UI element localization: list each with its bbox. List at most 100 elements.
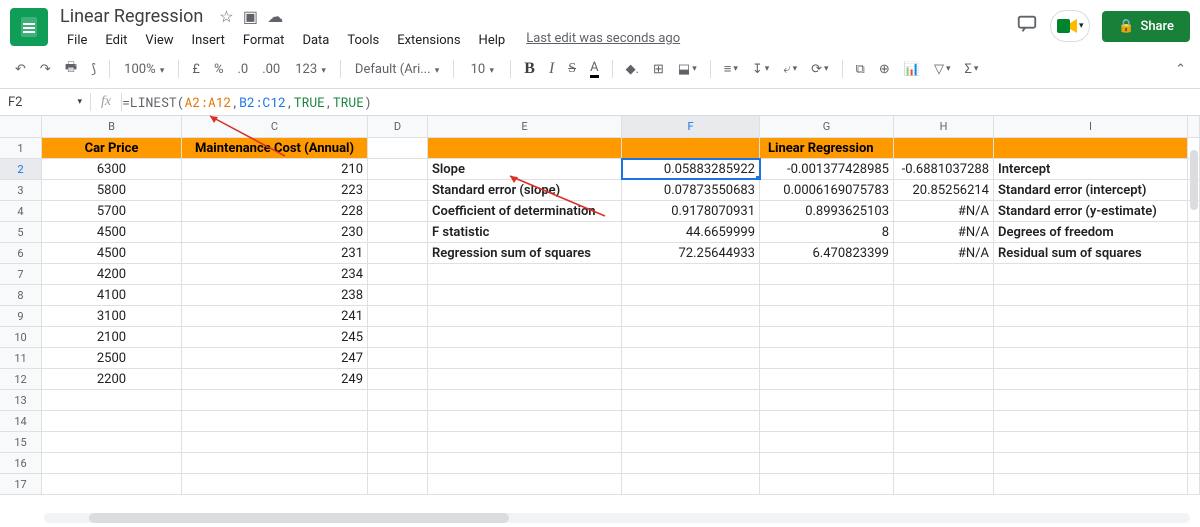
cell[interactable] (622, 327, 760, 347)
column-header-rest[interactable] (1188, 116, 1200, 137)
cell[interactable] (760, 264, 894, 284)
cell[interactable] (994, 264, 1188, 284)
cell[interactable]: 20.85256214 (894, 180, 994, 200)
spreadsheet-grid[interactable]: B C D E F G H I 1 Car Price Maintenance … (0, 116, 1200, 495)
header-maintenance[interactable]: Maintenance Cost (Annual) (182, 138, 368, 158)
cell[interactable]: 247 (182, 348, 368, 368)
increase-decimal-button[interactable]: .00 (257, 58, 285, 81)
font-size-dropdown[interactable]: 10 (462, 59, 502, 80)
menu-help[interactable]: Help (472, 31, 513, 50)
cell[interactable] (368, 327, 428, 347)
cell[interactable] (368, 474, 428, 494)
cell[interactable] (760, 411, 894, 431)
cell[interactable] (42, 390, 182, 410)
row-header[interactable]: 14 (0, 411, 42, 431)
print-button[interactable]: 🖶 (60, 54, 82, 84)
toolbar-collapse-button[interactable]: ⌃ (1171, 58, 1190, 81)
header-linear-regression[interactable]: Linear Regression (760, 138, 894, 158)
cell[interactable]: Slope (428, 159, 622, 179)
cell[interactable] (428, 411, 622, 431)
cell[interactable] (760, 474, 894, 494)
cell[interactable] (622, 348, 760, 368)
cell[interactable] (368, 306, 428, 326)
row-header[interactable]: 11 (0, 348, 42, 368)
cell[interactable]: 4100 (42, 285, 182, 305)
cell[interactable]: -0.001377428985 (760, 159, 894, 179)
cell[interactable] (622, 306, 760, 326)
comments-icon[interactable] (1016, 13, 1038, 40)
menu-extensions[interactable]: Extensions (390, 31, 467, 50)
cell[interactable]: 0.07873550683 (622, 180, 760, 200)
redo-button[interactable]: ↷ (35, 58, 56, 81)
cell[interactable] (182, 411, 368, 431)
row-header[interactable]: 10 (0, 327, 42, 347)
cell[interactable]: #N/A (894, 222, 994, 242)
cell[interactable] (894, 306, 994, 326)
cell[interactable] (368, 138, 428, 158)
cell[interactable] (760, 369, 894, 389)
formula-bar[interactable]: =LINEST(A2:A12,B2:C12,TRUE,TRUE) (122, 89, 372, 115)
insert-chart-button[interactable]: 📊 (899, 58, 925, 81)
cell[interactable] (994, 369, 1188, 389)
cell[interactable] (994, 285, 1188, 305)
cell[interactable]: 228 (182, 201, 368, 221)
cell[interactable]: Residual sum of squares (994, 243, 1188, 263)
cell[interactable] (368, 201, 428, 221)
bold-button[interactable]: B (519, 56, 540, 82)
cell[interactable] (994, 348, 1188, 368)
cell[interactable] (760, 453, 894, 473)
row-header[interactable]: 1 (0, 138, 42, 158)
cell[interactable]: 238 (182, 285, 368, 305)
cell[interactable]: #N/A (894, 243, 994, 263)
cell[interactable] (994, 327, 1188, 347)
select-all-corner[interactable] (0, 116, 42, 137)
cell[interactable]: 6300 (42, 159, 182, 179)
cell[interactable] (994, 306, 1188, 326)
cell[interactable] (994, 432, 1188, 452)
cell[interactable] (894, 285, 994, 305)
cell[interactable] (894, 327, 994, 347)
row-header[interactable]: 2 (0, 159, 42, 179)
italic-button[interactable]: I (544, 56, 559, 82)
column-header-D[interactable]: D (368, 116, 428, 137)
currency-button[interactable]: £ (187, 58, 205, 81)
functions-button[interactable]: Σ▾ (959, 58, 983, 81)
cell[interactable] (182, 390, 368, 410)
zoom-dropdown[interactable]: 100% (118, 59, 170, 80)
cell[interactable]: Standard error (y-estimate) (994, 201, 1188, 221)
cell[interactable] (368, 243, 428, 263)
cell[interactable] (368, 453, 428, 473)
cell[interactable]: 249 (182, 369, 368, 389)
text-rotation-button[interactable]: ⟳▾ (806, 58, 833, 81)
horizontal-scrollbar[interactable] (44, 513, 1190, 523)
cell[interactable]: 8 (760, 222, 894, 242)
cell[interactable] (368, 285, 428, 305)
row-header[interactable]: 16 (0, 453, 42, 473)
row-header[interactable]: 6 (0, 243, 42, 263)
cell[interactable] (894, 369, 994, 389)
cell[interactable]: 245 (182, 327, 368, 347)
cell[interactable] (368, 369, 428, 389)
cell[interactable] (894, 390, 994, 410)
cell[interactable] (622, 264, 760, 284)
cell[interactable] (428, 432, 622, 452)
cell[interactable]: 0.9178070931 (622, 201, 760, 221)
cell[interactable]: 3100 (42, 306, 182, 326)
cell[interactable]: 4200 (42, 264, 182, 284)
column-header-H[interactable]: H (894, 116, 994, 137)
strikethrough-button[interactable]: S (563, 57, 581, 81)
cell[interactable] (894, 264, 994, 284)
cell[interactable] (894, 474, 994, 494)
cell[interactable] (428, 348, 622, 368)
insert-comment-button[interactable]: ⊕ (874, 58, 895, 81)
cell[interactable]: 72.25644933 (622, 243, 760, 263)
cell[interactable] (622, 411, 760, 431)
cell[interactable] (894, 432, 994, 452)
cell[interactable] (760, 390, 894, 410)
cell[interactable]: Degrees of freedom (994, 222, 1188, 242)
cell[interactable]: -0.6881037288 (894, 159, 994, 179)
row-header[interactable]: 17 (0, 474, 42, 494)
cell[interactable] (428, 390, 622, 410)
cell[interactable]: 2500 (42, 348, 182, 368)
cell[interactable] (428, 306, 622, 326)
